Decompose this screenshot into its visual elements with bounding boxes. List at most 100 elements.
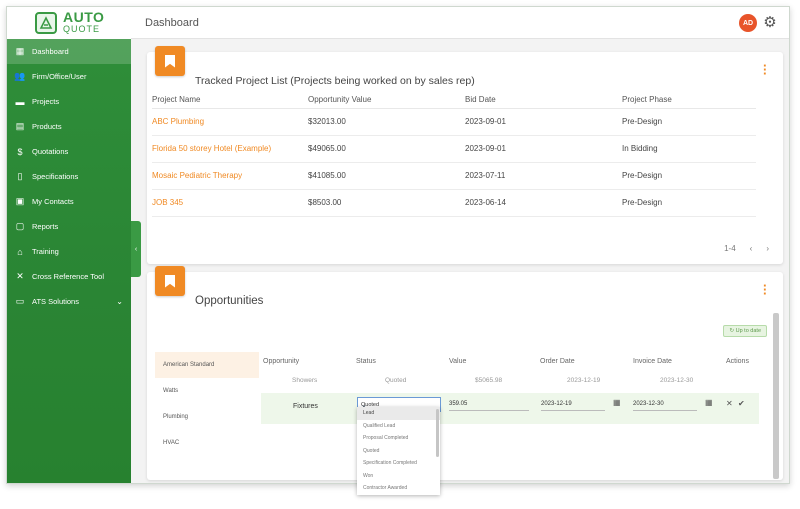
table-row[interactable]: JOB 345 $8503.00 2023-06-14 Pre-Design bbox=[152, 189, 756, 217]
project-name-link[interactable]: ABC Plumbing bbox=[152, 108, 308, 136]
table-header-row: Project Name Opportunity Value Bid Date … bbox=[152, 92, 756, 109]
opportunity-value: $5065.98 bbox=[475, 377, 503, 384]
order-date-input[interactable]: 2023-12-19 bbox=[541, 398, 605, 411]
invoice-date-text: 2023-12-30 bbox=[633, 401, 664, 407]
project-phase: In Bidding bbox=[622, 135, 756, 163]
chevron-down-icon: ⌄ bbox=[116, 297, 123, 306]
project-name-link[interactable]: Mosaic Pediatric Therapy bbox=[152, 162, 308, 190]
tracked-project-title: Tracked Project List (Projects being wor… bbox=[195, 75, 475, 87]
sidebar-item-training[interactable]: ⌂ Training bbox=[7, 239, 131, 264]
column-header[interactable]: Project Name bbox=[152, 92, 308, 109]
sidebar-item-specifications[interactable]: ▯ Specifications bbox=[7, 164, 131, 189]
more-options-icon[interactable]: · · · bbox=[763, 59, 767, 80]
calendar-icon[interactable]: ▦ bbox=[613, 398, 621, 407]
project-phase: Pre-Design bbox=[622, 189, 756, 217]
gear-icon[interactable]: ⚙ bbox=[761, 13, 779, 31]
dollar-icon: $ bbox=[17, 146, 23, 157]
project-phase: Pre-Design bbox=[622, 108, 756, 136]
training-icon: ⌂ bbox=[17, 246, 23, 257]
sidebar-item-products[interactable]: ▤ Products bbox=[7, 114, 131, 139]
sidebar-nav: ▦ Dashboard 👥 Firm/Office/User ▬ Project… bbox=[7, 39, 131, 314]
opportunity-value: $41085.00 bbox=[308, 162, 465, 190]
sidebar-item-label: Products bbox=[32, 122, 62, 131]
cancel-icon[interactable]: ✕ bbox=[726, 399, 733, 408]
order-date: 2023-12-19 bbox=[567, 377, 601, 384]
project-name-link[interactable]: JOB 345 bbox=[152, 189, 308, 217]
table-row[interactable]: ABC Plumbing $32013.00 2023-09-01 Pre-De… bbox=[152, 108, 756, 136]
sidebar-item-ats-solutions[interactable]: ▭ ATS Solutions ⌄ bbox=[7, 289, 131, 314]
sidebar-item-cross-reference-tool[interactable]: ✕ Cross Reference Tool bbox=[7, 264, 131, 289]
value-input[interactable]: 359.05 bbox=[449, 398, 529, 411]
column-header[interactable]: Value bbox=[449, 358, 466, 365]
opportunity-name: Showers bbox=[292, 377, 318, 384]
sidebar-collapse-handle[interactable]: ‹ bbox=[131, 221, 141, 277]
dropdown-option[interactable]: Won bbox=[357, 470, 440, 483]
column-header[interactable]: Project Phase bbox=[622, 92, 756, 109]
pagination: 1-4 ‹ › bbox=[724, 244, 769, 253]
bookmark-badge bbox=[155, 266, 185, 296]
column-header: Actions bbox=[726, 358, 749, 365]
dropdown-option[interactable]: Quoted bbox=[357, 445, 440, 458]
column-header[interactable]: Invoice Date bbox=[633, 358, 672, 365]
sidebar-item-firm-office-user[interactable]: 👥 Firm/Office/User bbox=[7, 64, 131, 89]
column-header[interactable]: Opportunity Value bbox=[308, 92, 465, 109]
dashboard-icon: ▦ bbox=[15, 46, 25, 56]
dropdown-option[interactable]: Contractor Awarded bbox=[357, 482, 440, 495]
sidebar-item-label: Projects bbox=[32, 97, 60, 106]
topbar: Dashboard AD ⚙ bbox=[131, 7, 789, 39]
project-name-link[interactable]: Florida 50 storey Hotel (Example) bbox=[152, 135, 308, 163]
contacts-icon: ▣ bbox=[15, 196, 25, 206]
category-plumbing[interactable]: Plumbing bbox=[155, 404, 259, 430]
sidebar-item-quotations[interactable]: $ Quotations bbox=[7, 139, 131, 164]
next-page-button[interactable]: › bbox=[766, 244, 769, 253]
table-row[interactable]: Showers Quoted $5065.98 2023-12-19 2023-… bbox=[261, 374, 759, 388]
category-hvac[interactable]: HVAC bbox=[155, 430, 259, 456]
opportunity-value: $8503.00 bbox=[308, 189, 465, 217]
column-header[interactable]: Opportunity bbox=[263, 358, 299, 365]
opportunities-title: Opportunities bbox=[195, 295, 264, 307]
tracked-project-table: Project Name Opportunity Value Bid Date … bbox=[152, 92, 756, 217]
sidebar-item-label: Firm/Office/User bbox=[32, 72, 87, 81]
cross-reference-icon: ✕ bbox=[16, 271, 24, 281]
opportunity-value: $32013.00 bbox=[308, 108, 465, 136]
clipboard-icon: ▢ bbox=[15, 221, 25, 231]
category-watts[interactable]: Watts bbox=[155, 378, 259, 404]
sidebar-item-projects[interactable]: ▬ Projects bbox=[7, 89, 131, 114]
more-options-icon[interactable]: · · · bbox=[763, 279, 767, 300]
opportunities-card: Opportunities · · · ↻ Up to date American … bbox=[147, 266, 783, 480]
logo-auto-text: AUTO bbox=[63, 9, 105, 25]
sidebar-item-label: Specifications bbox=[32, 172, 79, 181]
scrollbar[interactable] bbox=[773, 313, 779, 479]
up-to-date-badge[interactable]: ↻ Up to date bbox=[723, 325, 767, 337]
category-american-standard[interactable]: American Standard bbox=[155, 352, 259, 378]
dropdown-option[interactable]: Lead bbox=[357, 407, 440, 420]
monitor-icon: ▭ bbox=[15, 296, 25, 306]
column-header[interactable]: Bid Date bbox=[465, 92, 622, 109]
calendar-icon[interactable]: ▦ bbox=[705, 398, 713, 407]
sidebar-item-dashboard[interactable]: ▦ Dashboard bbox=[7, 39, 131, 64]
sidebar-item-label: Training bbox=[32, 247, 59, 256]
bookmark-icon bbox=[165, 274, 175, 288]
sidebar-item-my-contacts[interactable]: ▣ My Contacts bbox=[7, 189, 131, 214]
sidebar-item-label: Dashboard bbox=[32, 47, 69, 56]
invoice-date-input[interactable]: 2023-12-30 bbox=[633, 398, 697, 411]
table-row[interactable]: Florida 50 storey Hotel (Example) $49065… bbox=[152, 135, 756, 163]
sidebar-item-reports[interactable]: ▢ Reports bbox=[7, 214, 131, 239]
prev-page-button[interactable]: ‹ bbox=[750, 244, 753, 253]
opportunity-status: Quoted bbox=[385, 377, 407, 384]
confirm-check-icon[interactable]: ✔ bbox=[738, 399, 745, 408]
dropdown-option[interactable]: Specification Completed bbox=[357, 457, 440, 470]
table-row-editing[interactable]: Fixtures Quoted ⌄ 359.05 2023-12-19 ▦ 20… bbox=[261, 393, 759, 424]
opportunity-name: Fixtures bbox=[293, 403, 318, 410]
column-header[interactable]: Order Date bbox=[540, 358, 575, 365]
dropdown-scrollbar[interactable] bbox=[436, 409, 439, 457]
dropdown-option[interactable]: Proposal Completed bbox=[357, 432, 440, 445]
page-title: Dashboard bbox=[145, 16, 199, 29]
page-range: 1-4 bbox=[724, 244, 736, 253]
logo[interactable]: AUTO QUOTE bbox=[7, 7, 131, 39]
column-header[interactable]: Status bbox=[356, 358, 376, 365]
table-row[interactable]: Mosaic Pediatric Therapy $41085.00 2023-… bbox=[152, 162, 756, 190]
bid-date: 2023-07-11 bbox=[465, 162, 622, 190]
avatar[interactable]: AD bbox=[739, 14, 757, 32]
dropdown-option[interactable]: Qualified Lead bbox=[357, 420, 440, 433]
